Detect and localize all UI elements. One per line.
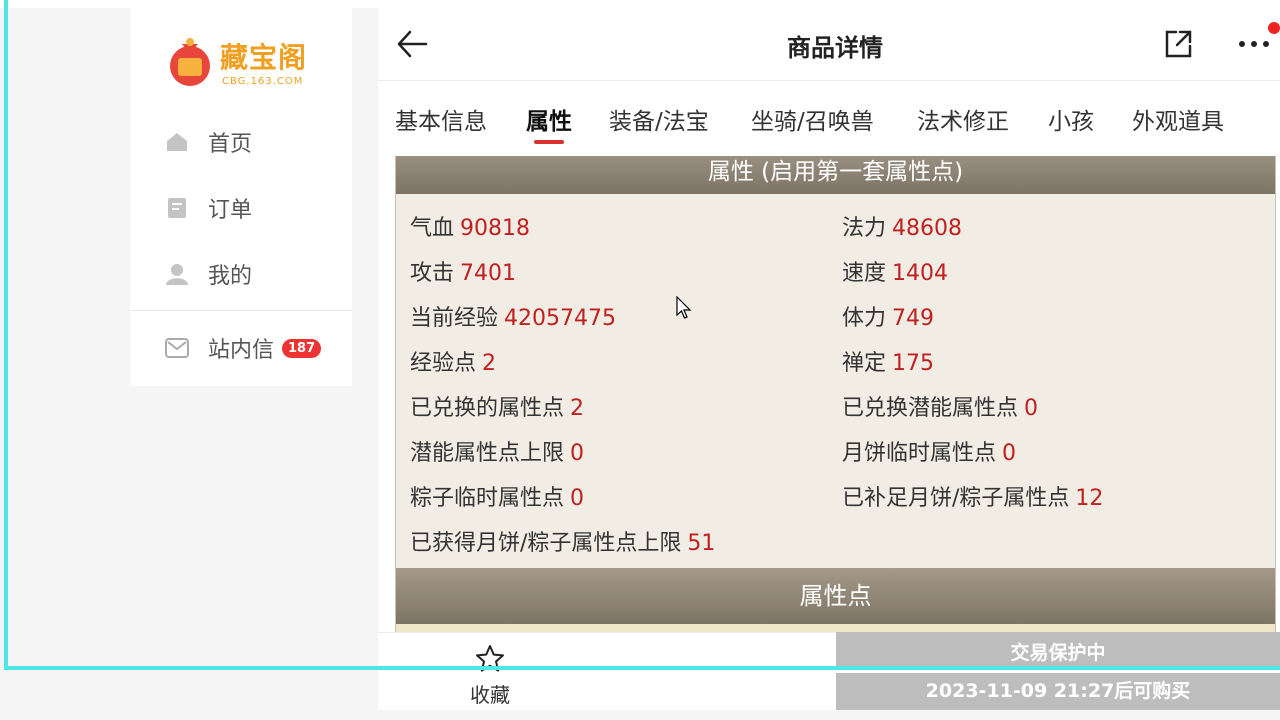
- sidebar: 藏宝阁 CBG.163.COM 首页 订单 我的 站内信 187: [130, 8, 352, 386]
- attr-right-2: 体力 749: [842, 306, 935, 331]
- attributes-section-header: 属性 (启用第一套属性点): [396, 156, 1275, 194]
- tab-bar: 基本信息 属性 装备/法宝 坐骑/召唤兽 法术修正 小孩 外观道具: [378, 82, 1280, 156]
- logo-subtext: CBG.163.COM: [222, 76, 304, 87]
- main-panel: 商品详情 基本信息 属性 装备/法宝 坐骑/召唤兽 法术修正 小孩 外观道具 属…: [378, 8, 1280, 708]
- bottom-action-bar: 收藏 交易保护中 2023-11-09 21:27后可购买: [378, 632, 1280, 710]
- attr-right-3: 禅定 175: [842, 351, 935, 376]
- bottom-edge: [0, 710, 1280, 720]
- sidebar-divider: [130, 310, 352, 311]
- nav-label-mine: 我的: [208, 264, 253, 289]
- attr-right-1: 速度 1404: [842, 261, 949, 286]
- tab-appearance[interactable]: 外观道具: [1132, 102, 1224, 136]
- attr-right-6: 已补足月饼/粽子属性点 12: [842, 486, 1104, 511]
- attr-left-1: 攻击 7401: [410, 261, 517, 286]
- home-icon: [164, 129, 190, 155]
- nav-label-orders: 订单: [208, 198, 253, 223]
- nav-item-mine[interactable]: 我的: [164, 254, 252, 294]
- nav-label-home: 首页: [208, 132, 253, 157]
- attribute-points-section-header: 属性点: [396, 568, 1275, 624]
- mail-icon: [164, 335, 190, 361]
- attr-left-7: 已获得月饼/粽子属性点上限 51: [410, 531, 716, 556]
- attr-left-5: 潜能属性点上限 0: [410, 441, 585, 466]
- active-tab-indicator: [534, 140, 564, 144]
- order-icon: [164, 195, 190, 221]
- notification-dot: [1268, 22, 1280, 34]
- trade-protection-label: 交易保护中: [1010, 642, 1106, 664]
- more-options-icon[interactable]: [1236, 36, 1276, 52]
- mouse-cursor-icon: [676, 295, 692, 320]
- buy-button-disabled[interactable]: 交易保护中 2023-11-09 21:27后可购买: [836, 632, 1280, 710]
- nav-label-messages: 站内信: [208, 338, 275, 363]
- attr-right-0: 法力 48608: [842, 216, 963, 241]
- unread-badge: 187: [282, 338, 322, 358]
- attr-right-4: 已兑换潜能属性点 0: [842, 396, 1039, 421]
- top-bar: 商品详情: [378, 8, 1280, 81]
- attr-left-4: 已兑换的属性点 2: [410, 396, 585, 421]
- tab-child[interactable]: 小孩: [1048, 102, 1094, 136]
- tab-spell-mods[interactable]: 法术修正: [917, 102, 1009, 136]
- attr-left-2: 当前经验 42057475: [410, 306, 616, 331]
- available-time-label: 2023-11-09 21:27后可购买: [925, 680, 1191, 702]
- top-edge: [0, 0, 1280, 8]
- attr-left-6: 粽子临时属性点 0: [410, 486, 585, 511]
- attributes-panel: 属性 (启用第一套属性点) 气血 90818 攻击 7401 当前经验 4205747…: [395, 156, 1276, 636]
- star-icon: [474, 643, 506, 675]
- attr-left-0: 气血 90818: [410, 216, 531, 241]
- nav-item-orders[interactable]: 订单: [164, 188, 252, 228]
- favorite-label: 收藏: [470, 683, 510, 707]
- cbg-logo[interactable]: 藏宝阁 CBG.163.COM: [164, 32, 324, 92]
- nav-item-home[interactable]: 首页: [164, 122, 252, 162]
- user-icon: [164, 261, 190, 287]
- logo-text: 藏宝阁: [220, 41, 308, 74]
- tab-mounts-pets[interactable]: 坐骑/召唤兽: [751, 102, 874, 136]
- share-icon[interactable]: [1162, 28, 1194, 60]
- treasure-bag-icon: [170, 38, 210, 86]
- attr-left-3: 经验点 2: [410, 351, 497, 376]
- attr-right-5: 月饼临时属性点 0: [842, 441, 1017, 466]
- tab-basic-info[interactable]: 基本信息: [395, 102, 487, 136]
- tab-equipment[interactable]: 装备/法宝: [609, 102, 709, 136]
- tab-attributes[interactable]: 属性: [526, 102, 572, 136]
- page-title: 商品详情: [787, 34, 883, 62]
- nav-item-messages[interactable]: 站内信 187: [164, 328, 322, 368]
- buy-divider: [836, 669, 1280, 673]
- favorite-button[interactable]: 收藏: [378, 632, 836, 710]
